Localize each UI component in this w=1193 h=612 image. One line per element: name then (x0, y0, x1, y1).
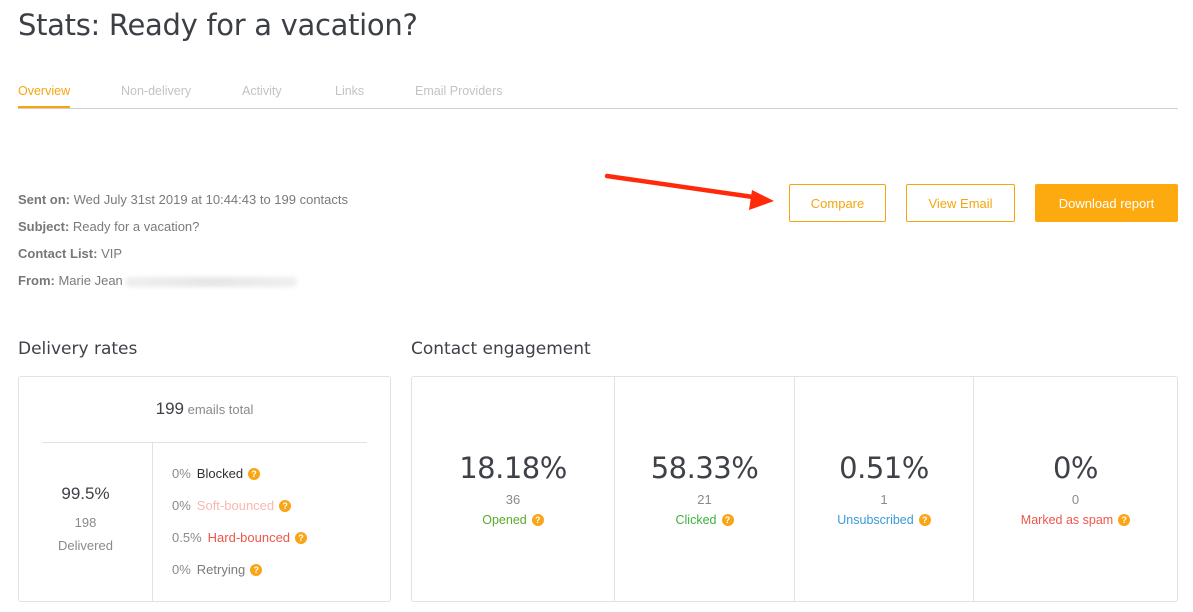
delivered-label: Delivered (58, 538, 113, 553)
spam-percent: 0% (1052, 451, 1099, 485)
tab-activity[interactable]: Activity (242, 84, 282, 107)
retrying-percent: 0% (172, 562, 191, 577)
tab-non-delivery[interactable]: Non-delivery (121, 84, 191, 107)
opened-percent: 18.18% (459, 451, 567, 485)
delivery-rates-title: Delivery rates (18, 339, 138, 359)
annotation-arrow-icon (604, 173, 774, 210)
from-value: Marie Jean (58, 273, 123, 288)
opened-label: Opened (482, 513, 527, 527)
hard-bounced-percent: 0.5% (172, 530, 202, 545)
help-icon[interactable]: ? (721, 514, 734, 526)
retrying-label: Retrying (196, 562, 246, 577)
spam-label: Marked as spam (1020, 513, 1114, 527)
clicked-label: Clicked (675, 513, 717, 527)
help-icon[interactable]: ? (295, 532, 308, 544)
download-report-button[interactable]: Download report (1035, 184, 1178, 222)
subject-value: Ready for a vacation? (72, 219, 200, 234)
breakdown-row-blocked: 0% Blocked? (172, 465, 307, 497)
breakdown-row-hard-bounced: 0.5% Hard-bounced? (172, 529, 308, 561)
divider (152, 442, 153, 601)
tab-overview[interactable]: Overview (18, 84, 71, 108)
blocked-percent: 0% (172, 466, 191, 481)
metric-marked-as-spam: 0% 0 Marked as spam? (974, 377, 1177, 601)
opened-count: 36 (505, 492, 521, 507)
from-row: From: Marie Jean (18, 273, 348, 300)
delivered-percent: 99.5% (61, 484, 110, 503)
subject-row: Subject: Ready for a vacation? (18, 219, 348, 246)
sent-on-label: Sent on: (18, 192, 70, 207)
page-title: Stats: Ready for a vacation? (18, 8, 418, 42)
contact-list-row: Contact List: VIP (18, 246, 348, 273)
redacted-email (124, 276, 297, 287)
emails-total: 199 emails total (19, 399, 390, 419)
arrow-head (749, 190, 774, 210)
blocked-label: Blocked (196, 466, 244, 481)
metric-unsubscribed: 0.51% 1 Unsubscribed? (795, 377, 974, 601)
arrow-shaft (604, 173, 763, 201)
from-label: From: (18, 273, 55, 288)
campaign-details: Sent on: Wed July 31st 2019 at 10:44:43 … (18, 192, 348, 300)
sent-on-row: Sent on: Wed July 31st 2019 at 10:44:43 … (18, 192, 348, 219)
delivered-summary: 99.5% 198 Delivered (19, 484, 152, 557)
soft-bounced-percent: 0% (172, 498, 191, 513)
emails-total-count: 199 (155, 399, 184, 418)
soft-bounced-label: Soft-bounced (196, 498, 275, 513)
metric-opened: 18.18% 36 Opened? (412, 377, 615, 601)
view-email-button[interactable]: View Email (906, 184, 1015, 222)
emails-total-label: emails total (187, 402, 254, 417)
spam-count: 0 (1071, 492, 1080, 507)
metric-clicked: 58.33% 21 Clicked? (615, 377, 795, 601)
clicked-count: 21 (697, 492, 712, 507)
delivery-breakdown: 0% Blocked? 0% Soft-bounced? 0.5% Hard-boun… (172, 465, 308, 593)
tab-bar: Overview Non-delivery Activity Links Ema… (18, 84, 1178, 109)
contact-list-value: VIP (101, 246, 123, 261)
sent-on-value: Wed July 31st 2019 at 10:44:43 to 199 co… (73, 192, 349, 207)
breakdown-row-retrying: 0% Retrying? (172, 561, 307, 593)
help-icon[interactable]: ? (279, 500, 292, 512)
contact-engagement-title: Contact engagement (411, 339, 591, 359)
tab-links[interactable]: Links (335, 84, 364, 107)
help-icon[interactable]: ? (250, 564, 263, 576)
help-icon[interactable]: ? (918, 514, 931, 526)
clicked-percent: 58.33% (650, 451, 759, 485)
contact-engagement-card: 18.18% 36 Opened? 58.33% 21 Clicked? 0.5… (411, 376, 1178, 602)
delivery-rates-card: 199 emails total 99.5% 198 Delivered 0% B… (18, 376, 391, 602)
tab-email-providers[interactable]: Email Providers (415, 84, 503, 107)
hard-bounced-label: Hard-bounced (207, 530, 291, 545)
unsubscribed-percent: 0.51% (839, 451, 929, 485)
help-icon[interactable]: ? (1118, 514, 1131, 526)
contact-list-label: Contact List: (18, 246, 98, 261)
divider (42, 442, 367, 443)
help-icon[interactable]: ? (531, 514, 544, 526)
subject-label: Subject: (18, 219, 70, 234)
delivered-count: 198 (74, 515, 97, 530)
help-icon[interactable]: ? (248, 468, 261, 480)
unsubscribed-count: 1 (880, 492, 888, 507)
unsubscribed-label: Unsubscribed (837, 513, 914, 527)
breakdown-row-soft-bounced: 0% Soft-bounced? (172, 497, 307, 529)
compare-button[interactable]: Compare (789, 184, 886, 222)
